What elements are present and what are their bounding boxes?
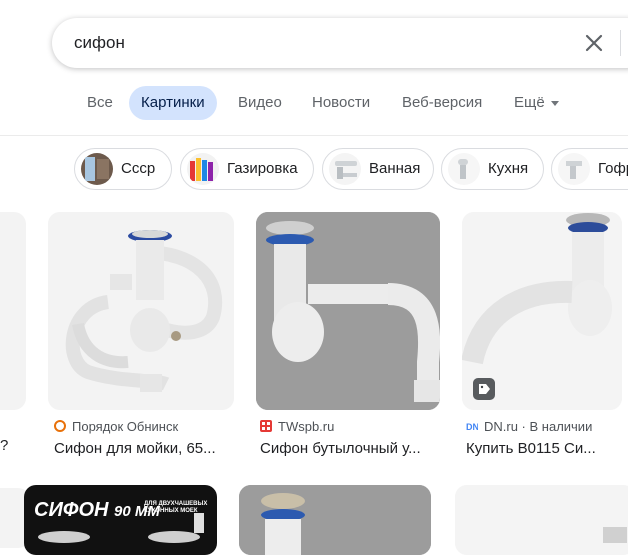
tab-more[interactable]: Ещё xyxy=(514,86,559,120)
result-source: TWspb.ru xyxy=(260,419,334,434)
result-image xyxy=(48,212,234,410)
google-logo-fragment[interactable] xyxy=(0,32,6,52)
image-result-1[interactable]: Порядок Обнинск Сифон для мойки, 65... xyxy=(48,212,234,462)
chip-bathroom[interactable]: Ванная xyxy=(322,148,434,190)
chip-label: Ванная xyxy=(369,160,421,177)
tab-images[interactable]: Картинки xyxy=(129,86,217,120)
site-favicon-icon: DN xyxy=(466,422,478,432)
chip-thumbnail xyxy=(448,153,480,185)
chip-label: Ссср xyxy=(121,160,156,177)
search-box-divider xyxy=(620,30,621,56)
result-image xyxy=(256,212,440,410)
chip-ussr[interactable]: Ссср xyxy=(74,148,172,190)
image-result-2[interactable]: TWspb.ru Сифон бутылочный у... xyxy=(256,212,440,462)
image-result-3[interactable]: DN DN.ru · В наличии Купить B0115 Си... xyxy=(462,212,622,462)
site-favicon-icon xyxy=(54,420,66,432)
tab-news[interactable]: Новости xyxy=(312,86,370,120)
image-result-4[interactable]: СИФОН 90 ММ ДЛЯ ДВУХЧАШЕВЫХ КУХОННЫХ МОЕ… xyxy=(24,485,217,555)
result-source-text: Порядок Обнинск xyxy=(72,419,179,434)
result-source: Порядок Обнинск xyxy=(54,419,178,434)
search-box xyxy=(52,18,628,68)
image-result-partial-left[interactable] xyxy=(0,212,26,412)
close-icon[interactable] xyxy=(584,33,604,53)
tab-web[interactable]: Веб-версия xyxy=(402,86,482,120)
result-image xyxy=(0,212,26,410)
chip-soda[interactable]: Газировка xyxy=(180,148,314,190)
result-source-text: TWspb.ru xyxy=(278,419,335,434)
partial-left-ellipsis: ? xyxy=(0,437,9,454)
tab-video[interactable]: Видео xyxy=(238,86,282,120)
chip-label: Газировка xyxy=(227,160,298,177)
result-title[interactable]: Купить B0115 Си... xyxy=(466,440,596,457)
chip-thumbnail xyxy=(81,153,113,185)
chip-label: Гофр xyxy=(598,160,628,177)
site-favicon-icon xyxy=(260,420,272,432)
chip-thumbnail xyxy=(187,153,219,185)
search-input[interactable] xyxy=(74,18,554,68)
image-result-6[interactable] xyxy=(455,485,628,555)
chip-corrugated[interactable]: Гофр xyxy=(551,148,628,190)
result-title[interactable]: Сифон бутылочный у... xyxy=(260,440,421,457)
chevron-down-icon xyxy=(550,100,559,106)
chip-thumbnail xyxy=(558,153,590,185)
chip-kitchen[interactable]: Кухня xyxy=(441,148,544,190)
image-result-5[interactable] xyxy=(239,485,431,555)
result-source: DN DN.ru · В наличии xyxy=(466,419,592,434)
result-source-text: DN.ru · В наличии xyxy=(484,419,593,434)
tab-all[interactable]: Все xyxy=(87,86,113,120)
chip-label: Кухня xyxy=(488,160,529,177)
chip-thumbnail xyxy=(329,153,361,185)
svg-text:DN: DN xyxy=(466,422,478,432)
tabs-divider xyxy=(0,135,628,136)
product-tag-icon xyxy=(473,378,495,400)
search-tabs: Все Картинки Видео Новости Веб-версия Ещ… xyxy=(0,86,628,120)
tab-more-label: Ещё xyxy=(514,94,545,111)
result-title[interactable]: Сифон для мойки, 65... xyxy=(54,440,216,457)
